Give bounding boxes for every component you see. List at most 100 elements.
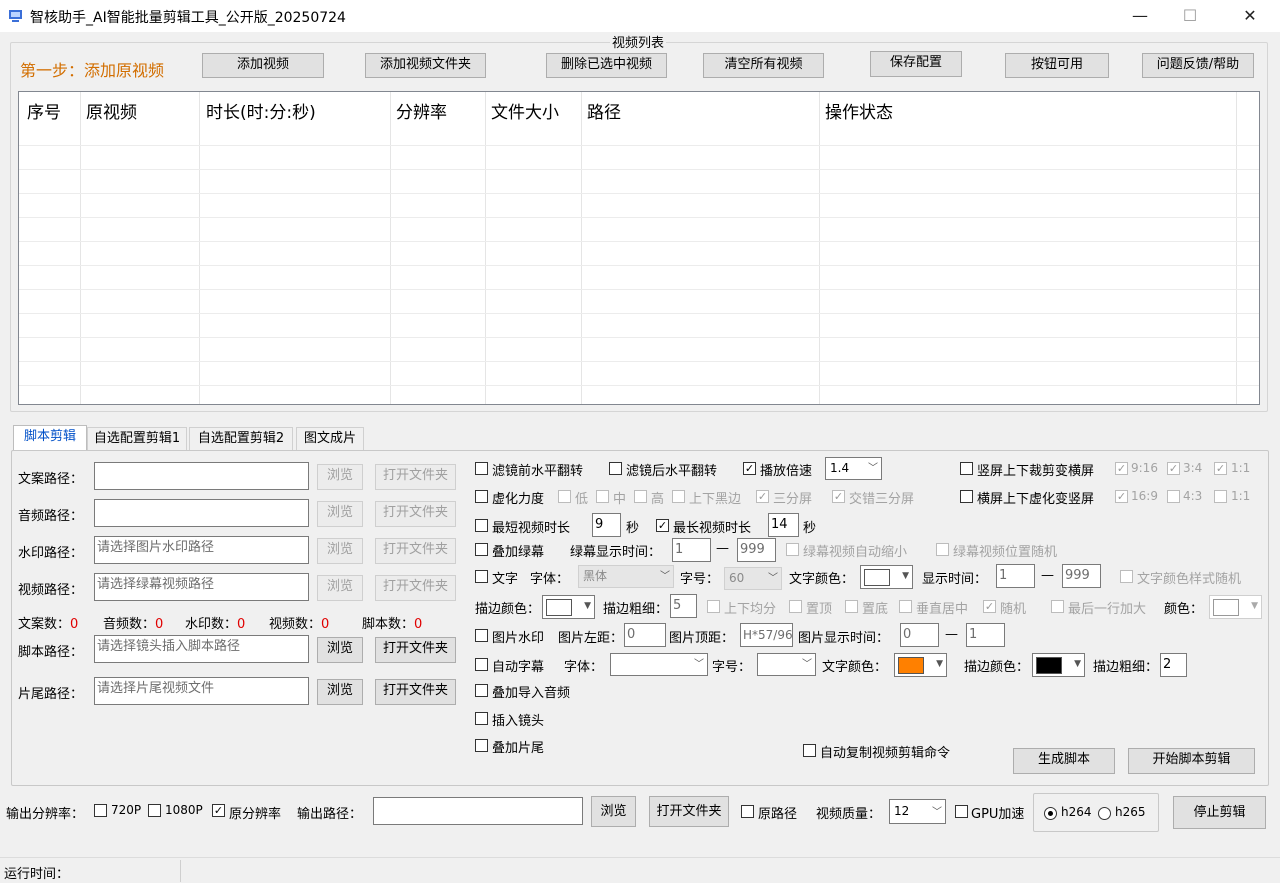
stroke-bottom-checkbox[interactable] xyxy=(845,600,858,613)
tail-path-input[interactable]: 请选择片尾视频文件 xyxy=(94,677,309,705)
h264-radio[interactable] xyxy=(1044,807,1057,820)
text-font-select[interactable]: 黑体 ﹀ xyxy=(578,565,674,588)
image-time-from-input[interactable]: 0 xyxy=(900,623,939,647)
feedback-help-button[interactable]: 问题反馈/帮助 xyxy=(1142,53,1254,78)
text-color-picker[interactable]: ▼ xyxy=(860,565,913,589)
overlay-audio-checkbox[interactable] xyxy=(475,684,488,697)
audio-path-browse-button[interactable]: 浏览 xyxy=(317,501,363,527)
video-quality-select[interactable]: 12 ﹀ xyxy=(889,799,946,824)
stroke-random-checkbox[interactable]: ✓ xyxy=(983,600,996,613)
tail-path-open-folder-button[interactable]: 打开文件夹 xyxy=(375,679,456,705)
overlay-tail-checkbox[interactable] xyxy=(475,739,488,752)
output-open-folder-button[interactable]: 打开文件夹 xyxy=(649,796,729,827)
tab-custom-config-1[interactable]: 自选配置剪辑1 xyxy=(87,427,187,450)
watermark-path-open-folder-button[interactable]: 打开文件夹 xyxy=(375,538,456,564)
green-time-to-input[interactable]: 999 xyxy=(737,538,776,562)
output-browse-button[interactable]: 浏览 xyxy=(591,796,636,827)
text-time-to-input[interactable]: 999 xyxy=(1062,564,1101,588)
column-header-duration[interactable]: 时长(时:分:秒) xyxy=(206,98,316,123)
script-path-open-folder-button[interactable]: 打开文件夹 xyxy=(375,637,456,663)
three-split-checkbox[interactable]: ✓ xyxy=(756,490,769,503)
output-path-input[interactable] xyxy=(373,797,583,825)
audio-path-open-folder-button[interactable]: 打开文件夹 xyxy=(375,501,456,527)
stroke-top-checkbox[interactable] xyxy=(789,600,802,613)
image-left-input[interactable]: 0 xyxy=(624,623,666,647)
copy-path-browse-button[interactable]: 浏览 xyxy=(317,464,363,490)
subtitle-stroke-width-input[interactable]: 2 xyxy=(1160,653,1187,677)
flip-after-checkbox[interactable] xyxy=(609,462,622,475)
stroke-vcenter-checkbox[interactable] xyxy=(899,600,912,613)
text-random-style-checkbox[interactable] xyxy=(1120,570,1133,583)
column-header-filesize[interactable]: 文件大小 xyxy=(491,98,559,123)
stop-edit-button[interactable]: 停止剪辑 xyxy=(1173,796,1266,829)
column-header-status[interactable]: 操作状态 xyxy=(825,98,893,123)
min-length-input[interactable]: 9 xyxy=(592,513,621,537)
green-time-from-input[interactable]: 1 xyxy=(672,538,711,562)
auto-copy-checkbox[interactable] xyxy=(803,744,816,757)
green-random-pos-checkbox[interactable] xyxy=(936,543,949,556)
subtitle-stroke-color-picker[interactable]: ▼ xyxy=(1032,653,1085,677)
v-to-h-checkbox[interactable] xyxy=(960,462,973,475)
blur-mid-checkbox[interactable] xyxy=(596,490,609,503)
enable-buttons-button[interactable]: 按钮可用 xyxy=(1005,53,1109,78)
subtitle-color-picker[interactable]: ▼ xyxy=(894,653,947,677)
blur-high-checkbox[interactable] xyxy=(634,490,647,503)
save-config-button[interactable]: 保存配置 xyxy=(870,51,962,77)
subtitle-font-select[interactable]: ﹀ xyxy=(610,653,708,676)
h-to-v-checkbox[interactable] xyxy=(960,490,973,503)
copy-path-open-folder-button[interactable]: 打开文件夹 xyxy=(375,464,456,490)
column-header-path[interactable]: 路径 xyxy=(587,98,621,123)
speed-select[interactable]: 1.4 ﹀ xyxy=(825,457,882,480)
last-line-bigger-checkbox[interactable] xyxy=(1051,600,1064,613)
insert-shot-checkbox[interactable] xyxy=(475,712,488,725)
auto-subtitle-checkbox[interactable] xyxy=(475,658,488,671)
minimize-button[interactable]: — xyxy=(1117,0,1163,32)
tab-custom-config-2[interactable]: 自选配置剪辑2 xyxy=(189,427,293,450)
watermark-path-input[interactable]: 请选择图片水印路径 xyxy=(94,536,309,564)
staggered-split-checkbox[interactable]: ✓ xyxy=(832,490,845,503)
gpu-checkbox[interactable] xyxy=(955,805,968,818)
h265-radio[interactable] xyxy=(1098,807,1111,820)
speed-checkbox[interactable]: ✓ xyxy=(743,462,756,475)
video-list-table[interactable]: 序号 原视频 时长(时:分:秒) 分辨率 文件大小 路径 操作状态 xyxy=(18,91,1260,405)
watermark-path-browse-button[interactable]: 浏览 xyxy=(317,538,363,564)
start-script-edit-button[interactable]: 开始脚本剪辑 xyxy=(1128,748,1255,774)
green-shrink-checkbox[interactable] xyxy=(786,543,799,556)
image-time-to-input[interactable]: 1 xyxy=(966,623,1005,647)
original-path-checkbox[interactable] xyxy=(741,805,754,818)
column-header-video[interactable]: 原视频 xyxy=(86,98,137,123)
ratio-3-4-checkbox[interactable]: ✓ xyxy=(1167,462,1180,475)
subtitle-size-select[interactable]: ﹀ xyxy=(757,653,816,676)
close-button[interactable]: ✕ xyxy=(1227,0,1273,32)
min-length-checkbox[interactable] xyxy=(475,519,488,532)
add-video-button[interactable]: 添加视频 xyxy=(202,53,324,78)
stroke-width-input[interactable]: 5 xyxy=(670,594,697,618)
generate-script-button[interactable]: 生成脚本 xyxy=(1013,748,1115,774)
script-path-input[interactable]: 请选择镜头插入脚本路径 xyxy=(94,635,309,663)
ratio-1-1-checkbox[interactable]: ✓ xyxy=(1214,462,1227,475)
res-1080-checkbox[interactable] xyxy=(148,804,161,817)
ratio-1-1-h-checkbox[interactable] xyxy=(1214,490,1227,503)
image-top-input[interactable]: H*57/96 xyxy=(740,623,793,647)
column-header-index[interactable]: 序号 xyxy=(27,98,61,123)
maximize-button[interactable]: ☐ xyxy=(1167,0,1213,32)
delete-selected-button[interactable]: 删除已选中视频 xyxy=(546,53,667,78)
video-path-input[interactable]: 请选择绿幕视频路径 xyxy=(94,573,309,601)
ratio-16-9-checkbox[interactable]: ✓ xyxy=(1115,490,1128,503)
copy-path-input[interactable] xyxy=(94,462,309,490)
ratio-4-3-checkbox[interactable] xyxy=(1167,490,1180,503)
image-watermark-checkbox[interactable] xyxy=(475,629,488,642)
blur-checkbox[interactable] xyxy=(475,490,488,503)
ratio-9-16-checkbox[interactable]: ✓ xyxy=(1115,462,1128,475)
max-length-input[interactable]: 14 xyxy=(768,513,799,537)
text-size-select[interactable]: 60 ﹀ xyxy=(724,567,782,590)
tab-image-text[interactable]: 图文成片 xyxy=(296,427,364,450)
video-path-browse-button[interactable]: 浏览 xyxy=(317,575,363,601)
stroke-color-picker[interactable]: ▼ xyxy=(542,595,595,619)
tab-script-edit[interactable]: 脚本剪辑 xyxy=(13,425,87,451)
stroke-even-checkbox[interactable] xyxy=(707,600,720,613)
max-length-checkbox[interactable]: ✓ xyxy=(656,519,669,532)
blur-low-checkbox[interactable] xyxy=(558,490,571,503)
column-header-resolution[interactable]: 分辨率 xyxy=(396,98,447,123)
video-path-open-folder-button[interactable]: 打开文件夹 xyxy=(375,575,456,601)
